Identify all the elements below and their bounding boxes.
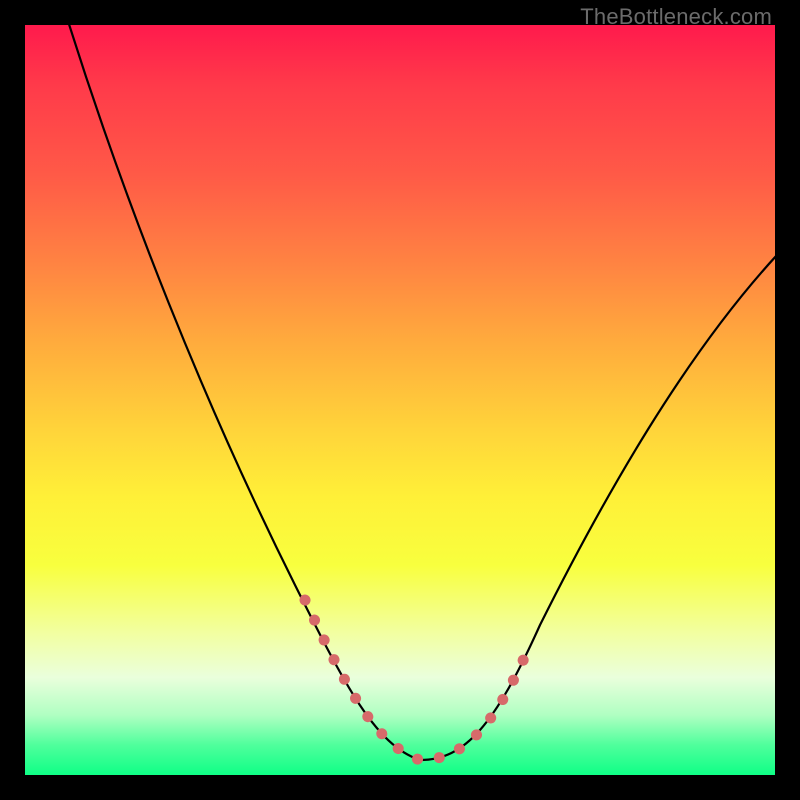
bottleneck-curve-svg xyxy=(25,25,775,775)
chart-plot-area xyxy=(25,25,775,775)
watermark-text: TheBottleneck.com xyxy=(580,4,772,30)
bottleneck-curve xyxy=(63,25,775,760)
chart-stage: TheBottleneck.com xyxy=(0,0,800,800)
bottleneck-markers xyxy=(305,600,530,760)
